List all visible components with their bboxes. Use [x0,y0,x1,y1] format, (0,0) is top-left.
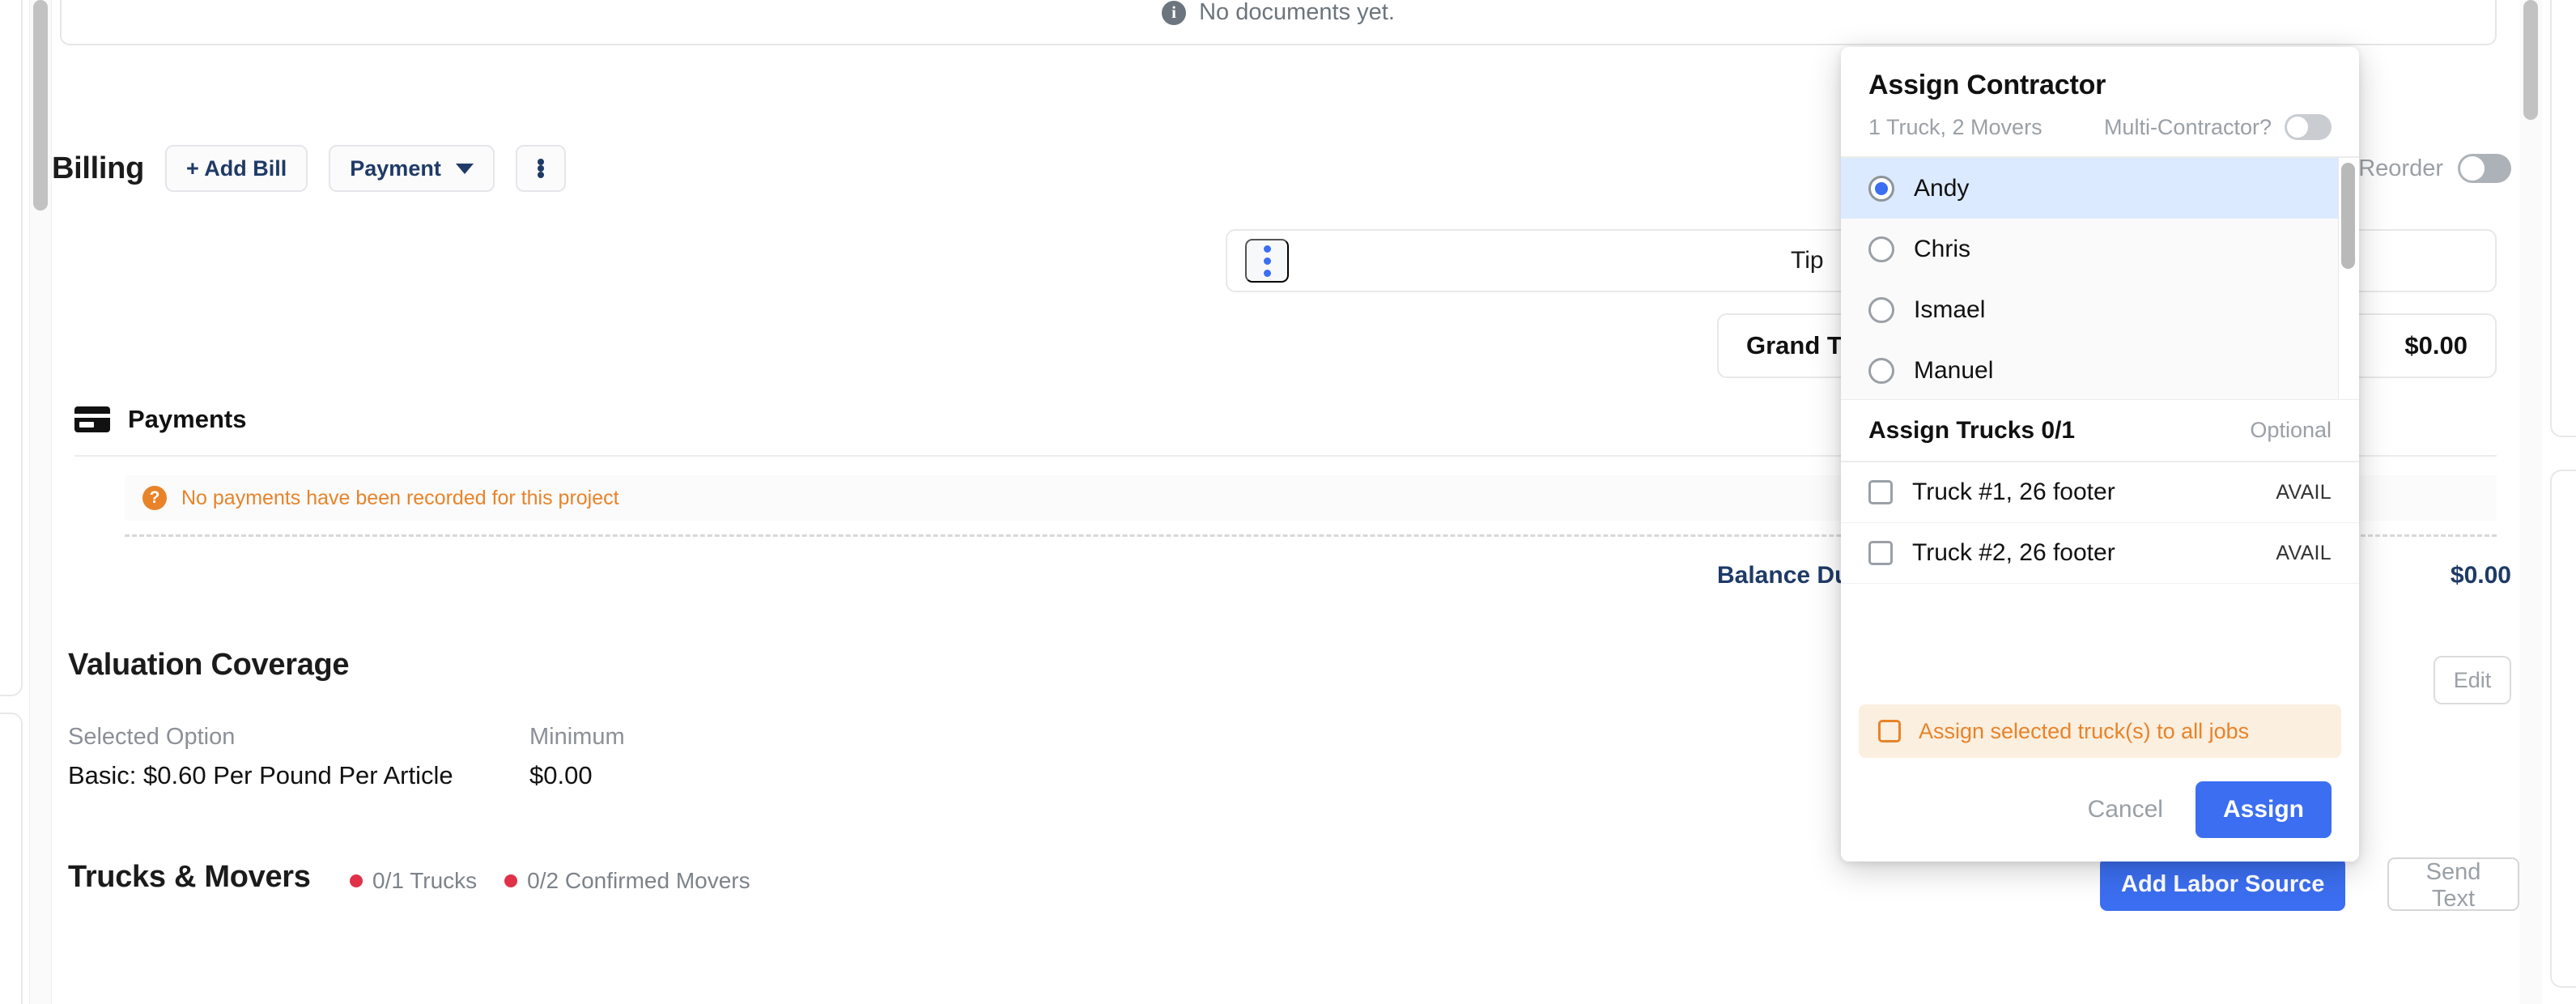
contractor-option-chris[interactable]: Chris [1841,219,2359,279]
multi-contractor-label: Multi-Contractor? [2103,114,2272,139]
trucks-movers-title: Trucks & Movers [68,860,311,894]
payments-empty-label: No payments have been recorded for this … [181,486,619,509]
selected-option-label: Selected Option [68,724,236,750]
popup-actions: Cancel Assign [1841,758,2359,861]
add-bill-button[interactable]: + Add Bill [165,145,308,192]
contractor-list-scrollbar-thumb[interactable] [2341,163,2355,269]
left-panel-edge-top [0,0,23,696]
checkbox-icon[interactable] [1868,480,1893,504]
chevron-down-icon [455,163,474,174]
valuation-edit-button[interactable]: Edit [2434,656,2511,704]
assign-trucks-title: Assign Trucks 0/1 [1868,416,2076,444]
contractor-list-scrollbar-track[interactable] [2338,158,2359,399]
assign-trucks-header: Assign Trucks 0/1 Optional [1841,399,2359,462]
documents-empty-label: No documents yet. [1199,0,1395,25]
radio-icon[interactable] [1868,296,1894,323]
selected-option-value: Basic: $0.60 Per Pound Per Article [68,761,453,789]
right-panel-edge-top [2550,0,2576,437]
credit-card-icon [74,406,110,432]
truck-name: Truck #2, 26 footer [1912,539,2115,566]
cancel-button[interactable]: Cancel [2077,788,2174,832]
reorder-toggle[interactable] [2458,154,2511,183]
assign-all-jobs-label: Assign selected truck(s) to all jobs [1919,718,2250,743]
multi-contractor-control[interactable]: Multi-Contractor? [2104,114,2332,140]
documents-empty-state: i No documents yet. [1162,0,1395,26]
assign-trucks-optional-label: Optional [2250,418,2332,442]
trucks-stat-label: 0/1 Trucks [372,868,478,893]
left-panel-edge-bottom [0,713,23,1004]
assign-button[interactable]: Assign [2195,781,2332,838]
popup-title: Assign Contractor [1868,70,2106,100]
assign-all-jobs-row[interactable]: Assign selected truck(s) to all jobs [1859,704,2341,758]
payment-dropdown-button[interactable]: Payment [329,145,495,192]
kebab-menu-icon [537,159,544,178]
question-circle-icon: ? [142,486,167,510]
balance-due-value: $0.00 [2450,562,2511,589]
checkbox-icon[interactable] [1868,541,1893,565]
contractor-name: Chris [1914,235,1971,262]
payments-header: Payments [74,405,246,434]
grand-total-value: $0.00 [2404,331,2468,359]
info-icon: i [1162,0,1187,25]
right-scrollbar-track[interactable] [2519,0,2542,1004]
truck-option-2[interactable]: Truck #2, 26 footer AVAIL [1841,523,2359,584]
popup-header: Assign Contractor 1 Truck, 2 Movers Mult… [1841,47,2359,156]
left-scrollbar-thumb[interactable] [33,0,48,211]
radio-icon[interactable] [1868,236,1894,262]
assign-contractor-popup: Assign Contractor 1 Truck, 2 Movers Mult… [1841,47,2359,861]
app-screen: i No documents yet. Billing + Add Bill P… [0,0,2576,1004]
popup-subheader: 1 Truck, 2 Movers Multi-Contractor? [1868,114,2332,140]
truck-status-badge: AVAIL [2276,480,2332,504]
status-dot-trucks [350,874,363,887]
contractor-list: Andy Chris Ismael Manuel [1841,156,2359,399]
billing-title: Billing [52,151,144,185]
billing-more-button[interactable] [515,145,566,192]
contractor-option-andy[interactable]: Andy [1841,158,2359,219]
truck-option-1[interactable]: Truck #1, 26 footer AVAIL [1841,462,2359,523]
contractor-name: Andy [1914,174,1970,202]
multi-contractor-toggle[interactable] [2285,114,2332,140]
trucks-movers-stats: 0/1 Trucks 0/2 Confirmed Movers [350,868,750,894]
contractor-option-manuel[interactable]: Manuel [1841,340,2359,399]
radio-icon[interactable] [1868,175,1894,202]
payments-title: Payments [128,405,247,433]
popup-spacer [1841,584,2359,704]
payment-label: Payment [350,155,441,181]
documents-card: i No documents yet. [60,0,2497,45]
tip-row-menu-button[interactable] [1245,239,1289,283]
status-dot-movers [504,874,518,887]
tip-label: Tip [1791,247,1824,274]
radio-icon[interactable] [1868,357,1894,384]
movers-stat-label: 0/2 Confirmed Movers [527,868,750,893]
truck-status-badge: AVAIL [2276,541,2332,564]
minimum-value: $0.00 [529,761,593,789]
popup-subtitle: 1 Truck, 2 Movers [1868,114,2043,139]
truck-name: Truck #1, 26 footer [1912,479,2115,505]
add-labor-source-button[interactable]: Add Labor Source [2100,857,2346,911]
reorder-control[interactable]: Reorder [2358,154,2511,183]
send-text-button[interactable]: Send Text [2387,857,2519,912]
valuation-coverage-title: Valuation Coverage [68,648,350,682]
right-scrollbar-thumb[interactable] [2523,0,2538,120]
contractor-name: Ismael [1914,296,1986,323]
checkbox-icon[interactable] [1878,720,1901,742]
right-panel-edge-bottom [2550,470,2576,988]
contractor-option-ismael[interactable]: Ismael [1841,279,2359,340]
minimum-label: Minimum [529,724,625,750]
reorder-label: Reorder [2358,155,2443,181]
add-bill-label: + Add Bill [186,155,287,181]
contractor-name: Manuel [1914,356,1994,384]
